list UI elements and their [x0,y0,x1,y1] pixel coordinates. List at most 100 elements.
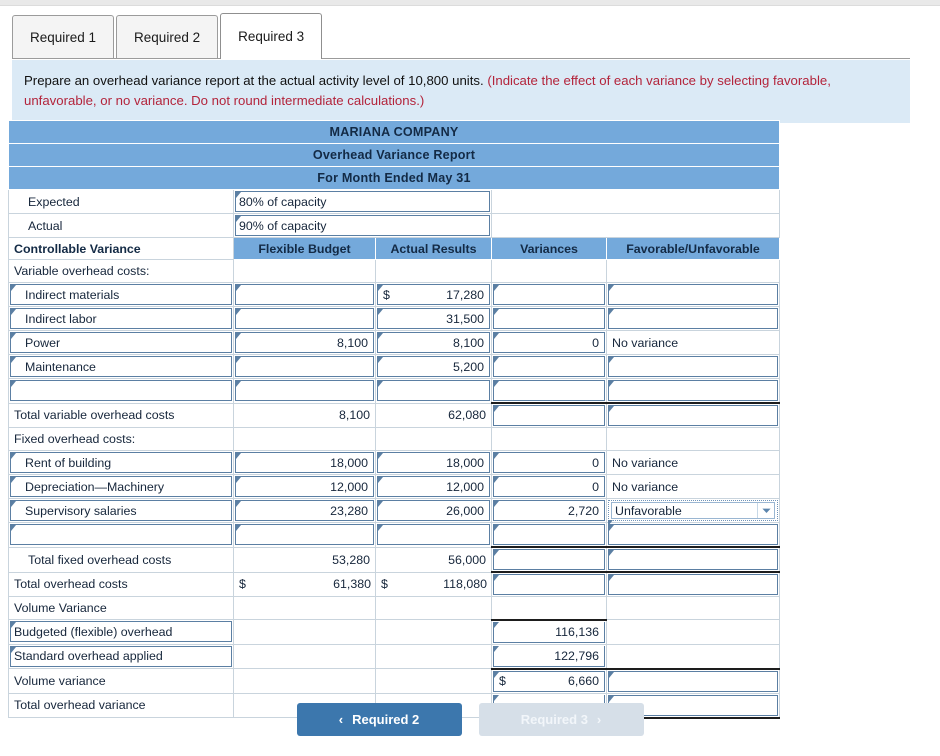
grand-total-fu-input[interactable] [608,574,779,595]
variable-row-3-label-input[interactable]: Maintenance [10,356,232,377]
variable-row-0-fu-cell[interactable] [605,282,781,307]
fixed-row-0-flexible-input[interactable]: 18,000 [235,452,374,473]
favorable-unfavorable-select[interactable]: Unfavorable [608,500,779,526]
fixed-row-0-label-cell[interactable]: Rent of building [8,450,234,475]
volume-row-0-variance-cell[interactable]: 116,136 [491,618,607,645]
favorable-unfavorable-select-box[interactable]: Unfavorable [611,502,776,519]
prev-requirement-button[interactable]: ‹ Required 2 [296,703,462,736]
variable-row-1-label-input[interactable]: Indirect labor [10,308,232,329]
total-fixed-fu-cell[interactable] [605,546,781,573]
fixed-row-3-label-input[interactable] [10,524,232,546]
fixed-row-1-flexible-input[interactable]: 12,000 [235,476,374,497]
variable-row-1-fu-input[interactable] [608,308,779,329]
variable-row-1-actual-input[interactable]: 31,500 [377,308,490,329]
grand-total-variance-input[interactable] [493,574,605,595]
fixed-row-1-label-cell[interactable]: Depreciation—Machinery [8,474,234,499]
variable-row-0-actual-input[interactable]: $ 17,280 [377,284,490,305]
fixed-row-0-variance-input[interactable]: 0 [493,452,605,473]
total-fixed-variance-cell[interactable] [491,546,607,573]
fixed-row-1-variance-cell[interactable]: 0 [491,474,607,499]
fixed-row-3-variance-input[interactable] [493,524,605,545]
fixed-row-2-label-cell[interactable]: Supervisory salaries [8,498,234,523]
fixed-row-1-label-input[interactable]: Depreciation—Machinery [10,476,232,497]
fixed-row-3-flexible-cell[interactable] [233,522,376,548]
volume-row-0-label-input[interactable]: Budgeted (flexible) overhead [10,621,232,643]
variable-row-3-actual-cell[interactable]: 5,200 [375,354,492,379]
variable-row-4-variance-input[interactable] [493,380,605,401]
variable-row-4-flexible-input[interactable] [235,380,374,402]
fixed-row-1-actual-cell[interactable]: 12,000 [375,474,492,499]
variable-row-3-fu-input[interactable] [608,356,779,377]
variable-row-0-flexible-input[interactable] [235,284,374,305]
variable-row-2-variance-cell[interactable]: 0 [491,330,607,355]
total-variable-variance-input[interactable] [493,405,605,426]
variable-row-3-variance-cell[interactable] [491,354,607,379]
fixed-row-1-variance-input[interactable]: 0 [493,476,605,497]
capacity-actual-input[interactable]: 90% of capacity [235,215,490,236]
volume-row-1-variance-cell[interactable]: 122,796 [491,643,607,669]
variable-row-1-flexible-cell[interactable] [233,306,376,331]
variable-row-0-label-input[interactable]: Indirect materials [10,284,232,305]
fixed-row-2-flexible-input[interactable]: 23,280 [235,500,374,521]
grand-total-variance-cell[interactable] [491,571,607,597]
variable-row-1-variance-cell[interactable] [491,306,607,331]
volume-row-1-variance-input[interactable]: 122,796 [493,645,605,667]
variable-row-3-fu-cell[interactable] [605,354,781,379]
variable-row-1-flexible-input[interactable] [235,308,374,329]
volume-row-0-label-cell[interactable]: Budgeted (flexible) overhead [8,619,234,645]
variable-row-2-actual-input[interactable]: 8,100 [377,332,490,353]
fixed-row-3-actual-cell[interactable] [375,522,492,548]
variable-row-2-flexible-cell[interactable]: 8,100 [233,330,376,355]
variable-row-3-flexible-cell[interactable] [233,354,376,379]
fixed-row-0-variance-cell[interactable]: 0 [491,450,607,475]
fixed-row-0-flexible-cell[interactable]: 18,000 [233,450,376,475]
variable-row-2-label-input[interactable]: Power [10,332,232,353]
variable-row-4-actual-cell[interactable] [375,378,492,404]
volume-row-2-variance-cell[interactable]: $ 6,660 [491,667,607,694]
variable-row-1-fu-cell[interactable] [605,306,781,331]
variable-row-0-actual-cell[interactable]: $ 17,280 [375,282,492,307]
variable-row-4-fu-input[interactable] [608,380,779,401]
volume-row-1-label-cell[interactable]: Standard overhead applied [8,643,234,669]
fixed-row-2-actual-input[interactable]: 26,000 [377,500,490,521]
volume-row-2-fu-input[interactable] [608,670,779,692]
chevron-down-icon[interactable] [757,503,774,518]
fixed-row-3-flexible-input[interactable] [235,524,374,546]
volume-row-0-variance-input[interactable]: 116,136 [493,621,605,643]
variable-row-4-label-cell[interactable] [8,378,234,404]
variable-row-0-variance-cell[interactable] [491,282,607,307]
variable-row-4-label-input[interactable] [10,380,232,402]
fixed-row-3-actual-input[interactable] [377,524,490,546]
variable-row-2-fu-cell[interactable]: No variance [605,330,781,355]
fixed-row-1-actual-input[interactable]: 12,000 [377,476,490,497]
variable-row-3-variance-input[interactable] [493,356,605,377]
tab-required-1[interactable]: Required 1 [12,15,115,59]
fixed-row-1-flexible-cell[interactable]: 12,000 [233,474,376,499]
volume-row-2-fu-cell[interactable] [605,667,781,694]
grand-total-fu-cell[interactable] [605,571,781,597]
fixed-row-2-variance-input[interactable]: 2,720 [493,500,605,521]
total-fixed-variance-input[interactable] [493,549,605,570]
variable-row-2-flexible-input[interactable]: 8,100 [235,332,374,353]
fixed-row-2-variance-cell[interactable]: 2,720 [491,498,607,523]
fixed-row-2-label-input[interactable]: Supervisory salaries [10,500,232,521]
fixed-row-3-variance-cell[interactable] [491,522,607,548]
capacity-actual-input-cell[interactable]: 90% of capacity [233,213,492,238]
variable-row-2-variance-input[interactable]: 0 [493,332,605,353]
volume-row-2-variance-input[interactable]: $ 6,660 [493,670,605,692]
variable-row-0-label-cell[interactable]: Indirect materials [8,282,234,307]
variable-row-1-variance-input[interactable] [493,308,605,329]
fixed-row-0-fu-cell[interactable]: No variance [605,450,781,475]
variable-row-2-actual-cell[interactable]: 8,100 [375,330,492,355]
fixed-row-2-flexible-cell[interactable]: 23,280 [233,498,376,523]
variable-row-3-label-cell[interactable]: Maintenance [8,354,234,379]
variable-row-0-flexible-cell[interactable] [233,282,376,307]
variable-row-0-fu-input[interactable] [608,284,779,305]
variable-row-4-actual-input[interactable] [377,380,490,402]
fixed-row-3-fu-input[interactable] [608,524,779,545]
variable-row-3-flexible-input[interactable] [235,356,374,377]
total-fixed-fu-input[interactable] [608,549,779,570]
variable-row-4-fu-cell[interactable] [605,378,781,404]
fixed-row-3-fu-cell[interactable] [605,522,781,548]
capacity-expected-input-cell[interactable]: 80% of capacity [233,189,492,214]
